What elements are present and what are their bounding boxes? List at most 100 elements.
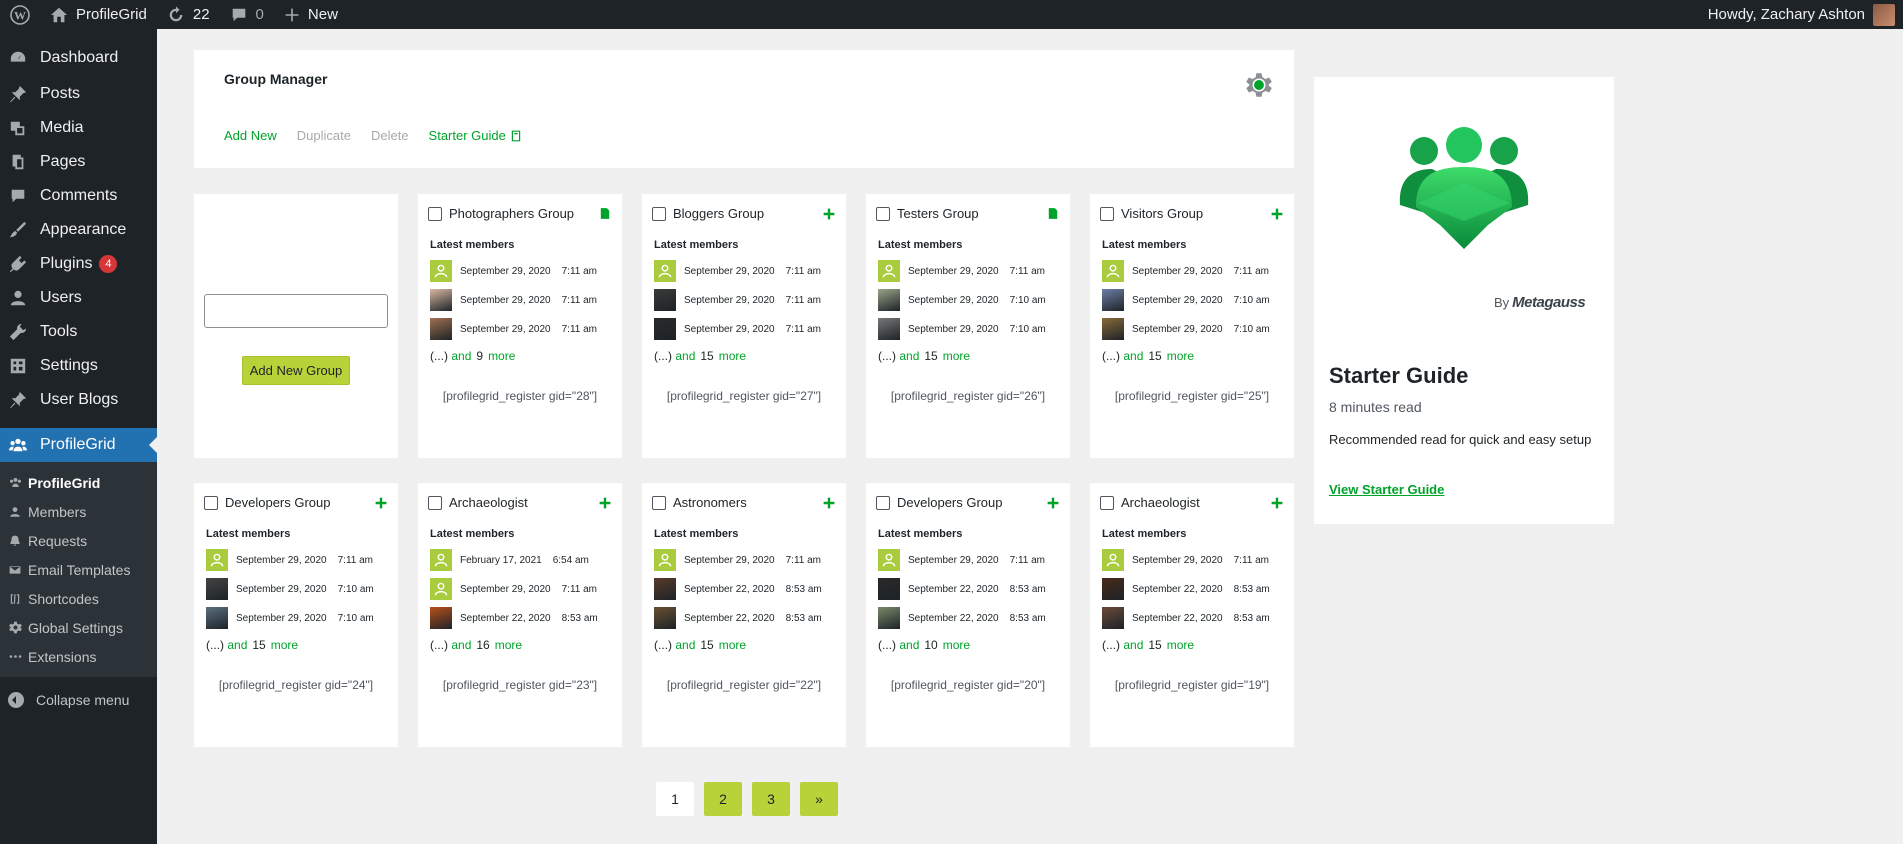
more-link[interactable]: more: [1167, 638, 1194, 652]
starter-guide-link[interactable]: Starter Guide: [429, 128, 522, 143]
group-select-checkbox[interactable]: [428, 206, 442, 221]
group-name[interactable]: Bloggers Group: [673, 206, 822, 221]
member-row[interactable]: September 29, 2020 7:10 am: [206, 578, 374, 600]
member-row[interactable]: September 29, 2020 7:10 am: [878, 289, 1046, 311]
member-row[interactable]: September 29, 2020 7:11 am: [430, 289, 597, 311]
page-button[interactable]: 1: [656, 782, 694, 816]
member-row[interactable]: September 29, 2020 7:10 am: [878, 318, 1046, 340]
member-row[interactable]: September 29, 2020 7:11 am: [430, 318, 597, 340]
submenu-members[interactable]: Members: [0, 497, 157, 526]
group-select-checkbox[interactable]: [1100, 206, 1114, 221]
member-row[interactable]: September 22, 2020 8:53 am: [1102, 607, 1270, 629]
plus-icon[interactable]: [1270, 207, 1284, 221]
group-select-checkbox[interactable]: [428, 495, 442, 510]
member-row[interactable]: September 29, 2020 7:11 am: [206, 549, 373, 571]
more-link[interactable]: more: [719, 638, 746, 652]
plus-icon[interactable]: [1046, 496, 1060, 510]
plus-icon[interactable]: [822, 207, 836, 221]
more-link[interactable]: more: [943, 638, 970, 652]
more-link[interactable]: more: [495, 638, 522, 652]
member-row[interactable]: September 29, 2020 7:11 am: [430, 578, 597, 600]
next-page-button[interactable]: »: [800, 782, 838, 816]
member-row[interactable]: September 29, 2020 7:11 am: [654, 289, 821, 311]
menu-posts[interactable]: Posts: [0, 77, 157, 111]
member-row[interactable]: September 22, 2020 8:53 am: [878, 607, 1046, 629]
member-row[interactable]: February 17, 2021 6:54 am: [430, 549, 589, 571]
group-select-checkbox[interactable]: [876, 495, 890, 510]
more-link[interactable]: more: [488, 349, 515, 363]
submenu-requests[interactable]: Requests: [0, 526, 157, 555]
group-select-checkbox[interactable]: [1100, 495, 1114, 510]
group-select-checkbox[interactable]: [652, 206, 666, 221]
menu-users[interactable]: Users: [0, 281, 157, 315]
updates-link[interactable]: 22: [157, 0, 220, 29]
more-link[interactable]: more: [943, 349, 970, 363]
my-account-link[interactable]: Howdy, Zachary Ashton: [1708, 3, 1903, 26]
page-button[interactable]: 2: [704, 782, 742, 816]
group-name[interactable]: Photographers Group: [449, 206, 598, 221]
member-row[interactable]: September 29, 2020 7:10 am: [1102, 289, 1270, 311]
wordpress-logo-button[interactable]: W: [0, 0, 40, 29]
member-row[interactable]: September 22, 2020 8:53 am: [654, 578, 822, 600]
collapse-menu-button[interactable]: Collapse menu: [0, 683, 157, 717]
group-select-checkbox[interactable]: [652, 495, 666, 510]
menu-media[interactable]: Media: [0, 111, 157, 145]
comments-link[interactable]: 0: [220, 0, 274, 29]
settings-gear-button[interactable]: [1246, 72, 1272, 101]
more-link[interactable]: more: [1167, 349, 1194, 363]
member-row[interactable]: September 29, 2020 7:11 am: [878, 549, 1045, 571]
member-row[interactable]: September 29, 2020 7:10 am: [1102, 318, 1270, 340]
group-name[interactable]: Visitors Group: [1121, 206, 1270, 221]
member-row[interactable]: September 29, 2020 7:10 am: [206, 607, 374, 629]
menu-tools[interactable]: Tools: [0, 315, 157, 349]
menu-comments[interactable]: Comments: [0, 179, 157, 213]
group-name[interactable]: Developers Group: [225, 495, 374, 510]
menu-plugins[interactable]: Plugins 4: [0, 247, 157, 281]
submenu-extensions[interactable]: Extensions: [0, 642, 157, 671]
member-row[interactable]: September 29, 2020 7:11 am: [654, 549, 821, 571]
page-button[interactable]: 3: [752, 782, 790, 816]
member-row[interactable]: September 29, 2020 7:11 am: [1102, 549, 1269, 571]
member-row[interactable]: September 22, 2020 8:53 am: [654, 607, 822, 629]
member-row[interactable]: September 22, 2020 8:53 am: [878, 578, 1046, 600]
menu-profilegrid[interactable]: ProfileGrid: [0, 428, 157, 462]
member-row[interactable]: September 29, 2020 7:11 am: [430, 260, 597, 282]
plus-icon[interactable]: [598, 496, 612, 510]
view-starter-guide-link[interactable]: View Starter Guide: [1329, 482, 1444, 497]
plus-icon[interactable]: [822, 496, 836, 510]
menu-settings[interactable]: Settings: [0, 349, 157, 383]
group-name[interactable]: Developers Group: [897, 495, 1046, 510]
duplicate-link[interactable]: Duplicate: [297, 128, 351, 143]
site-name-link[interactable]: ProfileGrid: [40, 0, 157, 29]
more-link[interactable]: more: [271, 638, 298, 652]
new-group-name-input[interactable]: [204, 294, 388, 328]
member-row[interactable]: September 22, 2020 8:53 am: [430, 607, 598, 629]
document-icon[interactable]: [1046, 207, 1060, 221]
menu-pages[interactable]: Pages: [0, 145, 157, 179]
member-row[interactable]: September 29, 2020 7:11 am: [654, 318, 821, 340]
submenu-shortcodes[interactable]: Shortcodes: [0, 584, 157, 613]
add-new-link[interactable]: Add New: [224, 128, 277, 143]
member-row[interactable]: September 29, 2020 7:11 am: [654, 260, 821, 282]
menu-user-blogs[interactable]: User Blogs: [0, 383, 157, 417]
member-row[interactable]: September 29, 2020 7:11 am: [878, 260, 1045, 282]
delete-link[interactable]: Delete: [371, 128, 409, 143]
submenu-profilegrid[interactable]: ProfileGrid: [0, 468, 157, 497]
submenu-email-templates[interactable]: Email Templates: [0, 555, 157, 584]
group-name[interactable]: Archaeologist: [449, 495, 598, 510]
plus-icon[interactable]: [1270, 496, 1284, 510]
document-icon[interactable]: [598, 207, 612, 221]
more-link[interactable]: more: [719, 349, 746, 363]
menu-appearance[interactable]: Appearance: [0, 213, 157, 247]
group-select-checkbox[interactable]: [876, 206, 890, 221]
add-new-group-button[interactable]: Add New Group: [242, 356, 350, 385]
group-name[interactable]: Testers Group: [897, 206, 1046, 221]
member-row[interactable]: September 29, 2020 7:11 am: [1102, 260, 1269, 282]
plus-icon[interactable]: [374, 496, 388, 510]
group-select-checkbox[interactable]: [204, 495, 218, 510]
member-row[interactable]: September 22, 2020 8:53 am: [1102, 578, 1270, 600]
menu-dashboard[interactable]: Dashboard: [0, 41, 157, 75]
group-name[interactable]: Astronomers: [673, 495, 822, 510]
group-name[interactable]: Archaeologist: [1121, 495, 1270, 510]
submenu-global-settings[interactable]: Global Settings: [0, 613, 157, 642]
